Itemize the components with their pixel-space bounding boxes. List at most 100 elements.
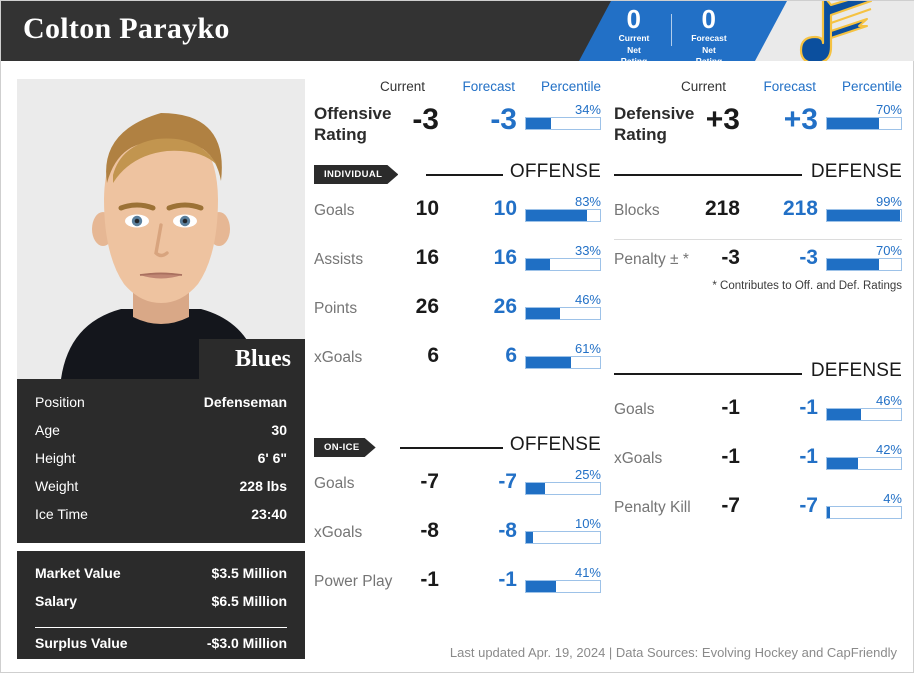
defensive-rating-row: Defensive Rating +3 +3 70%	[614, 101, 902, 149]
banner-line	[614, 174, 802, 176]
current-net-rating: 0 Current Net Rating	[598, 6, 670, 61]
stat-percentile-bar-onice-def-goals: 46%	[826, 394, 902, 421]
stat-forecast-onice-xgoals: -8	[498, 519, 517, 542]
onice-defense-word: DEFENSE	[810, 360, 902, 381]
page-title: Colton Parayko	[23, 12, 230, 45]
percentile-fill	[827, 409, 862, 420]
table-row: xGoals 6 6 61%	[314, 338, 601, 387]
percentile-track	[525, 258, 601, 271]
bio-row: Age 30	[35, 422, 287, 450]
column-header-percentile: Percentile	[841, 79, 902, 94]
individual-offense-word: OFFENSE	[509, 161, 601, 182]
percentile-label: 46%	[574, 292, 601, 307]
percentile-fill	[526, 483, 545, 494]
percentile-fill	[526, 118, 552, 129]
offensive-rating-forecast: -3	[490, 103, 517, 136]
percentile-label: 70%	[875, 243, 902, 258]
stat-current-blocks: 218	[704, 197, 740, 220]
stat-label-goals: Goals	[314, 202, 355, 219]
percentile-label: 46%	[875, 393, 902, 408]
percentile-fill	[827, 507, 830, 518]
stat-label-points: Points	[314, 300, 358, 317]
offensive-rating-percentile-bar: 34%	[525, 103, 601, 130]
table-row: xGoals -8 -8 10%	[314, 513, 601, 562]
banner-line	[400, 447, 503, 449]
stat-current-xgoals: 6	[427, 344, 439, 367]
player-stat-card: Colton Parayko 0 Current Net Rating 0 Fo…	[0, 0, 914, 673]
banner-line	[426, 174, 503, 176]
column-header-current: Current	[379, 79, 425, 94]
column-header-forecast: Forecast	[763, 79, 816, 94]
table-row: Blocks 218 218 99%	[614, 191, 902, 240]
team-name-tag: Blues	[199, 339, 305, 379]
offensive-rating-percentile-label: 34%	[574, 102, 601, 117]
stat-current-goals: 10	[415, 197, 439, 220]
defensive-rating-percentile-label: 70%	[875, 102, 902, 117]
stat-forecast-penalty-kill: -7	[799, 494, 818, 517]
value-divider	[35, 627, 287, 628]
percentile-track	[826, 209, 902, 222]
bio-label-position: Position	[35, 394, 85, 410]
current-net-rating-label-3: Rating	[620, 56, 648, 61]
stat-label-blocks: Blocks	[614, 202, 660, 219]
percentile-track	[525, 307, 601, 320]
individual-defense-banner: DEFENSE	[614, 161, 902, 191]
stat-percentile-bar-onice-xgoals: 10%	[525, 517, 601, 544]
value-row-market: Market Value $3.5 Million	[35, 565, 287, 593]
defensive-rating-current: +3	[705, 103, 740, 136]
percentile-track	[826, 506, 902, 519]
onice-defense-banner: DEFENSE	[614, 360, 902, 390]
percentile-fill	[526, 532, 534, 543]
stat-forecast-onice-def-goals: -1	[799, 396, 818, 419]
percentile-label: 33%	[574, 243, 601, 258]
stat-percentile-bar-goals: 83%	[525, 195, 601, 222]
value-label-salary: Salary	[35, 593, 78, 609]
stat-label-onice-goals: Goals	[314, 475, 355, 492]
bio-value-age: 30	[271, 422, 287, 438]
table-row: Goals -1 -1 46%	[614, 390, 902, 439]
table-row: Assists 16 16 33%	[314, 240, 601, 289]
table-row: Goals 10 10 83%	[314, 191, 601, 240]
column-header-forecast: Forecast	[462, 79, 515, 94]
table-row: Power Play -1 -1 41%	[314, 562, 601, 611]
percentile-fill	[827, 458, 859, 469]
player-value-table: Market Value $3.5 Million Salary $6.5 Mi…	[17, 551, 305, 659]
table-row: xGoals -1 -1 42%	[614, 439, 902, 488]
value-label-market: Market Value	[35, 565, 121, 581]
bio-value-weight: 228 lbs	[239, 478, 287, 494]
stat-current-penalty: -3	[721, 246, 740, 269]
percentile-fill	[526, 308, 561, 319]
player-bio-table: Position Defenseman Age 30 Height 6' 6" …	[17, 379, 305, 543]
stat-forecast-points: 26	[493, 295, 517, 318]
stat-percentile-bar-onice-def-xgoals: 42%	[826, 443, 902, 470]
stat-label-onice-def-xgoals: xGoals	[614, 450, 663, 467]
bio-label-age: Age	[35, 422, 60, 438]
percentile-fill	[526, 259, 551, 270]
forecast-net-rating: 0 Forecast Net Rating	[673, 6, 745, 61]
table-row: Goals -7 -7 25%	[314, 464, 601, 513]
offensive-rating-current: -3	[412, 103, 439, 136]
blues-note-logo-icon	[799, 1, 873, 61]
offensive-rating-row: Offensive Rating -3 -3 34%	[314, 101, 601, 149]
card-header: Colton Parayko 0 Current Net Rating 0 Fo…	[1, 1, 914, 61]
percentile-track	[525, 209, 601, 222]
stat-percentile-bar-assists: 33%	[525, 244, 601, 271]
bio-value-height: 6' 6"	[257, 450, 287, 466]
forecast-net-rating-label-3: Rating	[695, 56, 723, 61]
percentile-label: 99%	[875, 194, 902, 209]
bio-label-height: Height	[35, 450, 76, 466]
offense-column-headers: Current Forecast Percentile	[314, 79, 601, 101]
percentile-label: 41%	[574, 565, 601, 580]
percentile-fill	[827, 210, 901, 221]
value-row-surplus: Surplus Value -$3.0 Million	[35, 635, 287, 663]
percentile-fill	[526, 357, 572, 368]
banner-line	[614, 373, 802, 375]
stat-label-assists: Assists	[314, 251, 364, 268]
stat-forecast-onice-goals: -7	[498, 470, 517, 493]
defense-panel: Current Forecast Percentile Defensive Ra…	[614, 79, 902, 537]
percentile-track	[826, 457, 902, 470]
player-photo	[17, 79, 305, 379]
percentile-track	[525, 482, 601, 495]
stat-percentile-bar-xgoals: 61%	[525, 342, 601, 369]
percentile-track	[826, 117, 902, 130]
